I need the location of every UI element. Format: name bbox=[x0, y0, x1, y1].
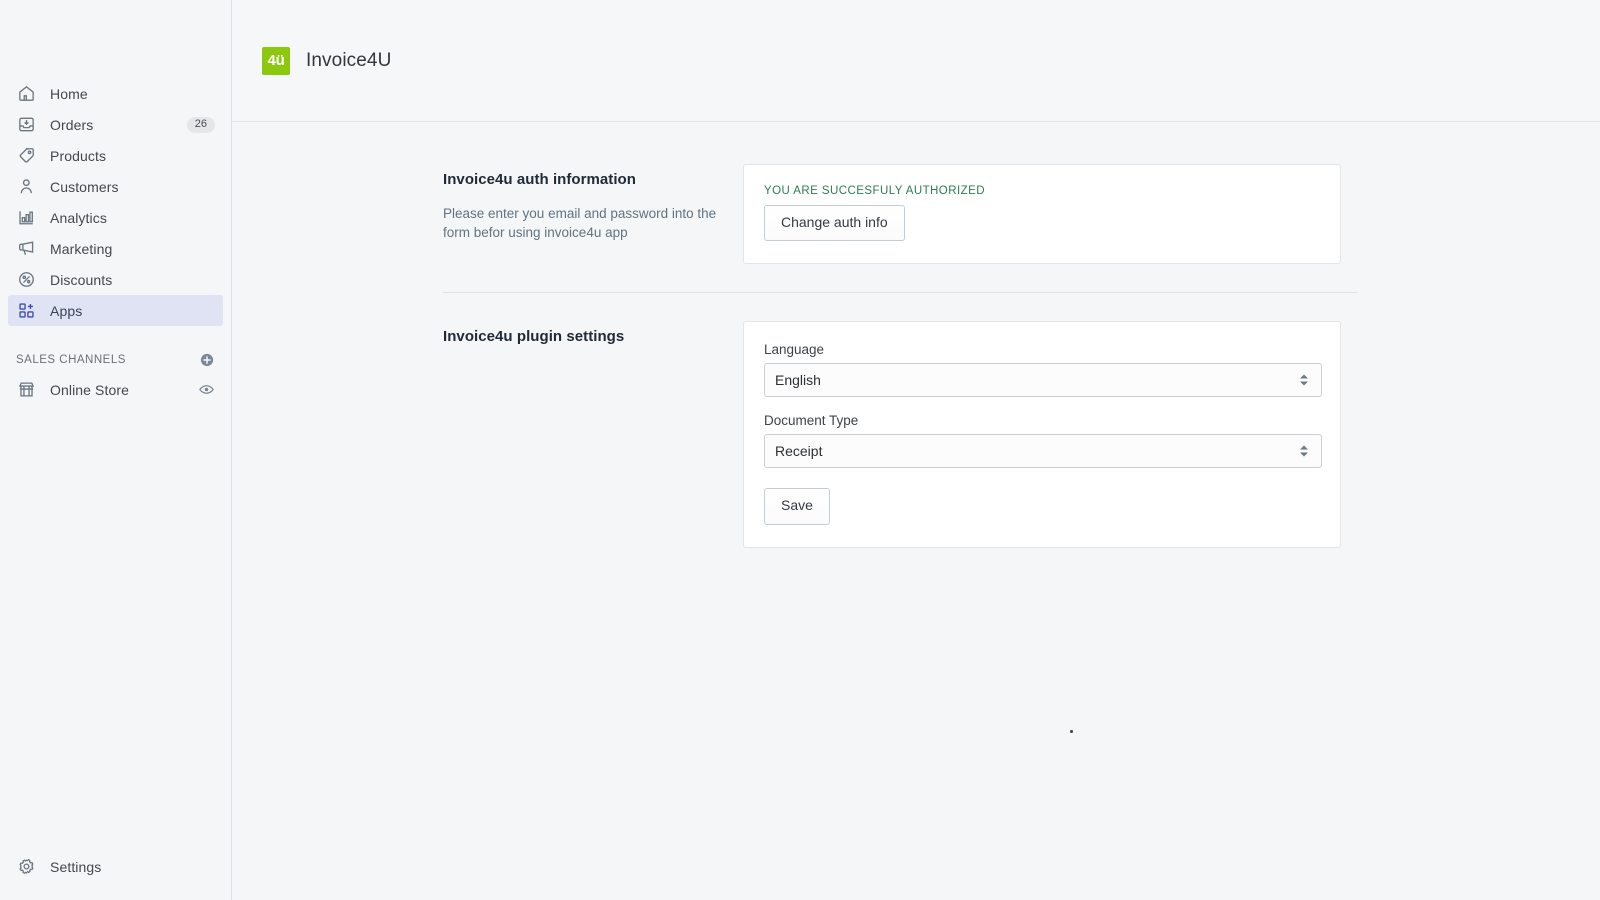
sidebar-item-apps[interactable]: Apps bbox=[8, 295, 223, 326]
sidebar-item-label: Settings bbox=[50, 858, 102, 875]
app-header-inner: 4ü Invoice4U bbox=[262, 46, 392, 75]
auth-information-section: Invoice4u auth information Please enter … bbox=[443, 144, 1569, 265]
admin-app-root: Home Orders 26 Products Customers Analyt… bbox=[0, 0, 1600, 900]
document-type-select[interactable]: ReceiptInvoiceInvoice Receipt bbox=[764, 434, 1322, 469]
settings-container: Invoice4u auth information Please enter … bbox=[443, 122, 1569, 548]
app-embedded-header: 4ü Invoice4U bbox=[232, 0, 1600, 122]
auth-section-description-block: Invoice4u auth information Please enter … bbox=[443, 164, 743, 242]
sidebar-item-home[interactable]: Home bbox=[8, 78, 223, 109]
main-sidebar: Home Orders 26 Products Customers Analyt… bbox=[0, 0, 232, 900]
sidebar-item-discounts[interactable]: Discounts bbox=[8, 264, 223, 295]
sidebar-top-spacer bbox=[0, 0, 231, 78]
sidebar-item-label: Discounts bbox=[50, 271, 113, 288]
invoice4u-logo-text: 4ü bbox=[267, 52, 285, 69]
auth-card-body: YOU ARE SUCCESFULY AUTHORIZED Change aut… bbox=[744, 165, 1340, 263]
sidebar-item-analytics[interactable]: Analytics bbox=[8, 202, 223, 233]
document-type-select-wrap: ReceiptInvoiceInvoice Receipt bbox=[764, 434, 1322, 469]
language-field: Language EnglishHebrew bbox=[764, 342, 1322, 398]
primary-nav-list: Home Orders 26 Products Customers Analyt… bbox=[0, 78, 231, 326]
sidebar-item-label: Analytics bbox=[50, 209, 107, 226]
discount-percent-icon bbox=[16, 270, 36, 290]
sidebar-item-label: Customers bbox=[50, 178, 119, 195]
eye-icon[interactable] bbox=[198, 381, 215, 398]
sidebar-item-products[interactable]: Products bbox=[8, 140, 223, 171]
person-icon bbox=[16, 177, 36, 197]
sidebar-item-customers[interactable]: Customers bbox=[8, 171, 223, 202]
auth-section-description: Please enter you email and password into… bbox=[443, 206, 717, 241]
sidebar-item-label: Marketing bbox=[50, 240, 113, 257]
plugin-settings-card: Language EnglishHebrew Document Type bbox=[743, 321, 1341, 548]
orders-inbox-icon bbox=[16, 115, 36, 135]
plugin-section-heading: Invoice4u plugin settings bbox=[443, 328, 625, 346]
main-content: 4ü Invoice4U Invoice4u auth information … bbox=[232, 0, 1600, 900]
language-label: Language bbox=[764, 342, 825, 358]
sidebar-item-marketing[interactable]: Marketing bbox=[8, 233, 223, 264]
plugin-section-description-block: Invoice4u plugin settings bbox=[443, 321, 743, 345]
sidebar-item-online-store[interactable]: Online Store bbox=[8, 374, 223, 405]
save-button[interactable]: Save bbox=[764, 488, 830, 525]
plugin-settings-card-body: Language EnglishHebrew Document Type bbox=[744, 322, 1340, 546]
authorization-status-text: YOU ARE SUCCESFULY AUTHORIZED bbox=[764, 185, 985, 197]
sidebar-item-label: Home bbox=[50, 85, 88, 102]
page-body: Invoice4u auth information Please enter … bbox=[232, 122, 1600, 900]
document-type-field: Document Type ReceiptInvoiceInvoice Rece… bbox=[764, 413, 1322, 469]
megaphone-icon bbox=[16, 239, 36, 259]
sidebar-item-label: Products bbox=[50, 147, 107, 164]
plugin-settings-section: Invoice4u plugin settings Language Engli… bbox=[443, 293, 1569, 548]
change-auth-info-button[interactable]: Change auth info bbox=[764, 205, 905, 242]
document-type-label: Document Type bbox=[764, 413, 859, 429]
sidebar-item-settings[interactable]: Settings bbox=[8, 851, 223, 882]
sidebar-item-label: Online Store bbox=[50, 381, 130, 398]
auth-card: YOU ARE SUCCESFULY AUTHORIZED Change aut… bbox=[743, 164, 1341, 265]
home-icon bbox=[16, 84, 36, 104]
bar-chart-icon bbox=[16, 208, 36, 228]
invoice4u-logo: 4ü bbox=[262, 46, 290, 75]
sales-channels-title: SALES CHANNELS bbox=[16, 354, 126, 366]
sales-channels-header: SALES CHANNELS bbox=[0, 346, 231, 374]
auth-section-heading: Invoice4u auth information bbox=[443, 171, 636, 188]
storefront-icon bbox=[16, 380, 36, 400]
page-title: Invoice4U bbox=[306, 49, 392, 71]
language-select-wrap: EnglishHebrew bbox=[764, 363, 1322, 398]
sidebar-footer: Settings bbox=[0, 851, 231, 900]
tag-icon bbox=[16, 146, 36, 166]
apps-grid-plus-icon bbox=[16, 301, 36, 321]
sales-channels-list: Online Store bbox=[0, 374, 231, 405]
gear-icon bbox=[16, 857, 36, 877]
plus-circle-icon[interactable] bbox=[199, 352, 215, 368]
save-row: Save bbox=[764, 488, 1320, 525]
sidebar-item-orders[interactable]: Orders 26 bbox=[8, 109, 223, 140]
sidebar-item-label: Apps bbox=[50, 302, 83, 319]
orders-count-badge: 26 bbox=[186, 116, 215, 133]
language-select[interactable]: EnglishHebrew bbox=[764, 363, 1322, 398]
loading-speck bbox=[1070, 730, 1073, 733]
sidebar-item-label: Orders bbox=[50, 116, 94, 133]
